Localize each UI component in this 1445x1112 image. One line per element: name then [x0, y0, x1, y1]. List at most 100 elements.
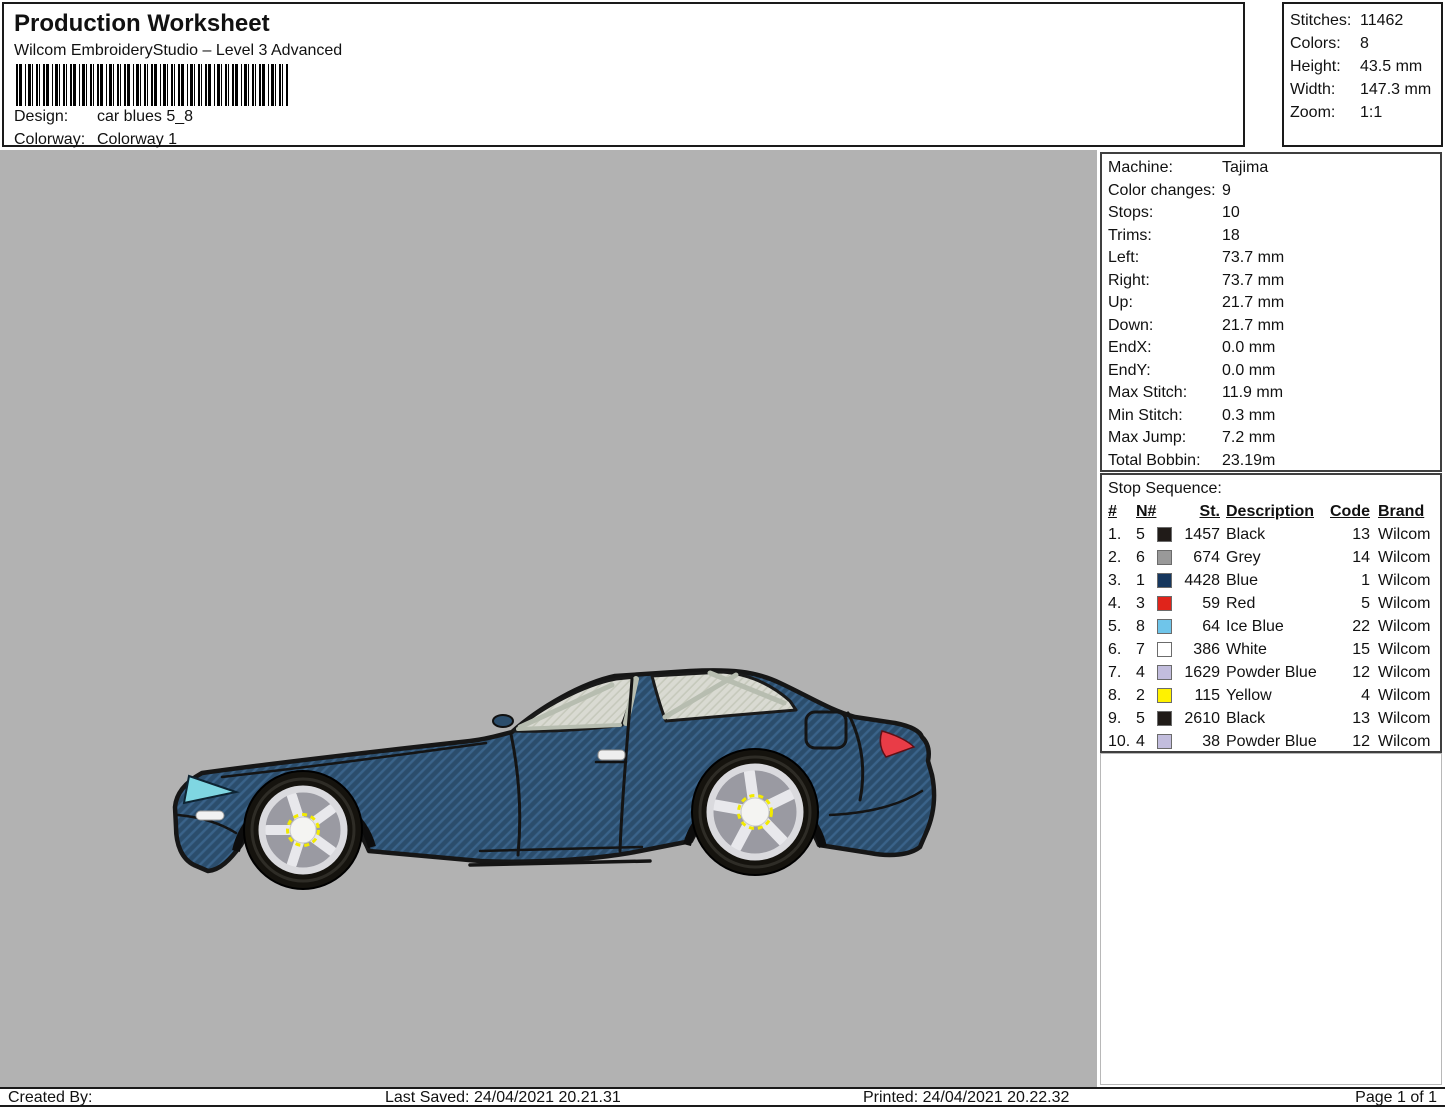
info-value: 21.7 mm [1222, 292, 1284, 315]
info-value: Tajima [1222, 157, 1268, 180]
info-value: 73.7 mm [1222, 247, 1284, 270]
info-value: 0.0 mm [1222, 360, 1275, 383]
machine-info-row: Trims:18 [1102, 225, 1440, 248]
col-code: Code [1326, 500, 1370, 523]
info-label: Machine: [1108, 157, 1173, 180]
design-value: car blues 5_8 [97, 108, 193, 126]
barcode-icon [16, 64, 288, 106]
stop-sequence-row: 2.6674Grey14Wilcom [1102, 546, 1440, 569]
embroidery-car-design [170, 655, 940, 905]
app-subtitle: Wilcom EmbroideryStudio – Level 3 Advanc… [14, 42, 342, 60]
info-label: Max Jump: [1108, 427, 1186, 450]
col-brand: Brand [1378, 500, 1424, 523]
summary-label: Stitches: [1290, 9, 1351, 32]
info-label: Color changes: [1108, 180, 1216, 203]
stop-sequence-row: 10.438Powder Blue12Wilcom [1102, 730, 1440, 753]
machine-info-row: Color changes: 9 [1102, 180, 1440, 203]
design-canvas [0, 150, 1097, 1087]
color-swatch [1157, 596, 1172, 611]
stop-sequence-title: Stop Sequence: [1102, 477, 1440, 500]
design-label: Design: [14, 108, 68, 126]
machine-info-row: Max Stitch:11.9 mm [1102, 382, 1440, 405]
machine-info-row: EndX:0.0 mm [1102, 337, 1440, 360]
machine-info-row: Stops: 10 [1102, 202, 1440, 225]
design-row: Design: car blues 5_8 [14, 108, 68, 126]
side-mirror [493, 715, 513, 727]
machine-info-row: Right: 73.7 mm [1102, 270, 1440, 293]
printed: Printed: 24/04/2021 20.22.32 [863, 1090, 1069, 1106]
summary-label: Height: [1290, 55, 1341, 78]
info-value: 9 [1222, 180, 1231, 203]
machine-info-box: Machine:Tajima Color changes:9 Stops:10 … [1100, 152, 1442, 472]
machine-info-row: Up: 21.7 mm [1102, 292, 1440, 315]
front-marker-light [196, 811, 224, 820]
summary-value: 8 [1360, 32, 1369, 55]
summary-row: Width:147.3 mm [1284, 78, 1441, 101]
colorway-row: Colorway: Colorway 1 [14, 131, 85, 149]
info-value: 10 [1222, 202, 1240, 225]
summary-label: Zoom: [1290, 101, 1335, 124]
col-description: Description [1226, 500, 1314, 523]
color-swatch [1157, 665, 1172, 680]
page-number: Page 1 of 1 [1355, 1090, 1437, 1106]
notes-empty-box [1100, 753, 1442, 1085]
colorway-label: Colorway: [14, 131, 85, 149]
stop-sequence-row: 6.7386White15Wilcom [1102, 638, 1440, 661]
summary-row: Zoom: 1:1 [1284, 101, 1441, 124]
color-swatch [1157, 573, 1172, 588]
stop-sequence-row: 3.14428Blue1Wilcom [1102, 569, 1440, 592]
stop-sequence-row: 4.359Red5Wilcom [1102, 592, 1440, 615]
info-label: EndY: [1108, 360, 1151, 383]
door-handle [596, 750, 626, 762]
summary-box: Stitches: 11462 Colors:8 Height: 43.5 mm W… [1282, 2, 1443, 147]
machine-info-row: Left: 73.7 mm [1102, 247, 1440, 270]
col-num: # [1108, 500, 1117, 523]
stop-sequence-row: 8.2115Yellow4Wilcom [1102, 684, 1440, 707]
header-box: Production Worksheet Wilcom EmbroiderySt… [2, 2, 1245, 147]
info-label: Right: [1108, 270, 1150, 293]
machine-info-row: EndY: 0.0 mm [1102, 360, 1440, 383]
color-swatch [1157, 642, 1172, 657]
info-label: Down: [1108, 315, 1153, 338]
last-saved: Last Saved: 24/04/2021 20.21.31 [385, 1090, 621, 1106]
color-swatch [1157, 527, 1172, 542]
stop-sequence-row: 5.864Ice Blue22Wilcom [1102, 615, 1440, 638]
info-label: Up: [1108, 292, 1133, 315]
summary-value: 1:1 [1360, 101, 1382, 124]
stop-sequence-header: # N# St. Description Code Brand [1102, 500, 1440, 523]
color-swatch [1157, 711, 1172, 726]
colorway-value: Colorway 1 [97, 131, 177, 149]
footer-bar: Created By: Last Saved: 24/04/2021 20.21… [0, 1087, 1445, 1107]
summary-row: Stitches: 11462 [1284, 9, 1441, 32]
machine-info-row: Machine: Tajima [1102, 157, 1440, 180]
col-needle: N# [1136, 500, 1156, 523]
machine-info-row: Max Jump: 7.2 mm [1102, 427, 1440, 450]
summary-row: Colors:8 [1284, 32, 1441, 55]
color-swatch [1157, 550, 1172, 565]
info-label: Min Stitch: [1108, 405, 1183, 428]
machine-info-row: Down:21.7 mm [1102, 315, 1440, 338]
stop-sequence-row: 9.52610Black13Wilcom [1102, 707, 1440, 730]
info-label: Total Bobbin: [1108, 450, 1201, 473]
info-panel: Machine:Tajima Color changes:9 Stops:10 … [1097, 150, 1445, 1087]
stop-sequence-row: 7.41629Powder Blue12Wilcom [1102, 661, 1440, 684]
color-swatch [1157, 734, 1172, 749]
stop-sequence-row: 1.51457Black13Wilcom [1102, 523, 1440, 546]
info-label: Stops: [1108, 202, 1153, 225]
info-value: 73.7 mm [1222, 270, 1284, 293]
info-label: Left: [1108, 247, 1139, 270]
color-swatch [1157, 688, 1172, 703]
production-worksheet-page: Production Worksheet Wilcom EmbroiderySt… [0, 0, 1445, 1112]
info-value: 0.3 mm [1222, 405, 1275, 428]
info-label: Max Stitch: [1108, 382, 1187, 405]
summary-value: 43.5 mm [1360, 55, 1422, 78]
info-value: 23.19m [1222, 450, 1275, 473]
summary-row: Height: 43.5 mm [1284, 55, 1441, 78]
page-title: Production Worksheet [14, 10, 270, 38]
front-wheel [244, 771, 362, 889]
info-value: 7.2 mm [1222, 427, 1275, 450]
col-stitches: St. [1172, 500, 1220, 523]
color-swatch [1157, 619, 1172, 634]
machine-info-row: Min Stitch: 0.3 mm [1102, 405, 1440, 428]
summary-value: 11462 [1360, 9, 1403, 32]
